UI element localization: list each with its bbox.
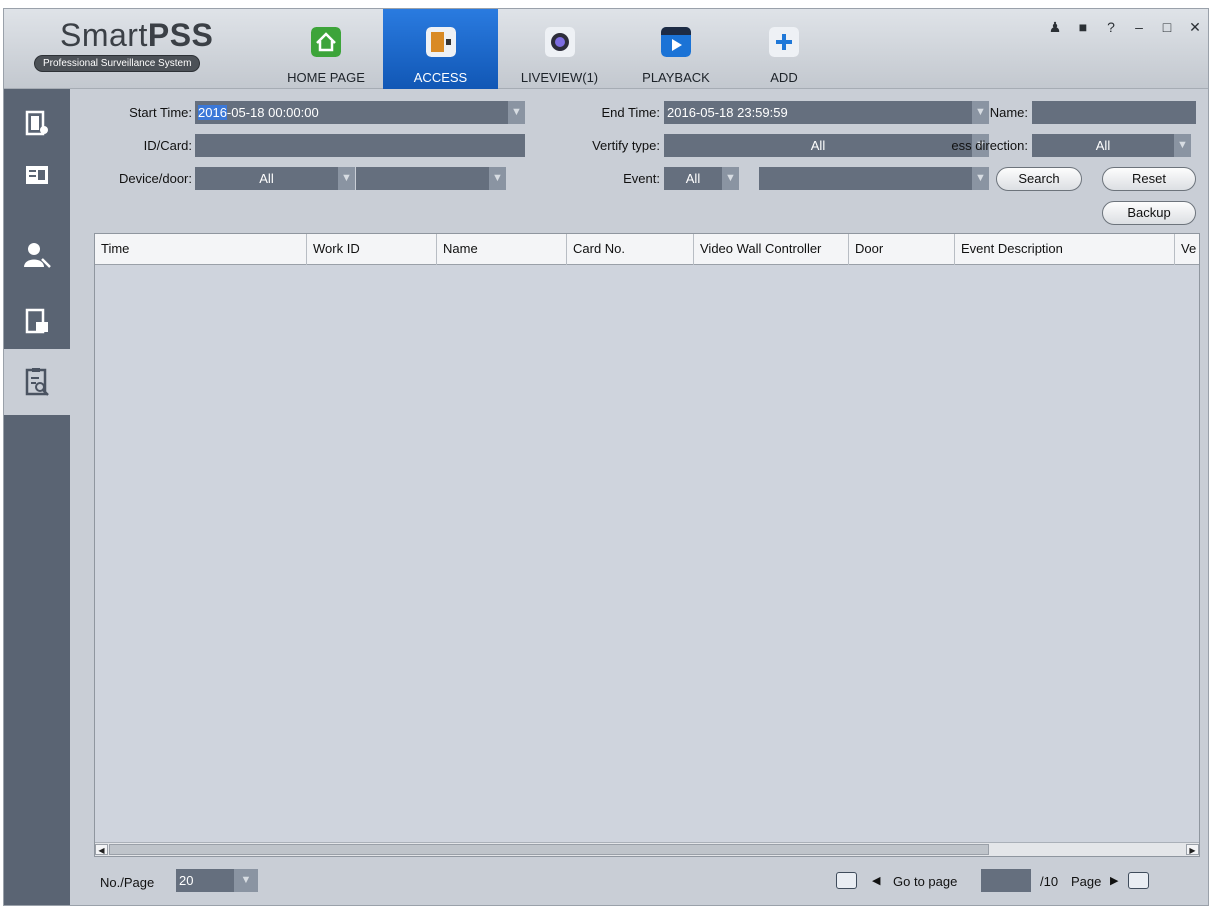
page-label: Page [1071,874,1102,889]
sidebar-item-door-access[interactable] [4,97,70,149]
first-page-button[interactable] [836,872,857,889]
device-select[interactable]: All [195,167,338,190]
door-icon [425,27,456,57]
tab-access[interactable]: ACCESS [383,9,498,89]
per-page-select[interactable]: 20 [176,869,234,892]
maximize-icon[interactable]: □ [1160,19,1174,36]
last-page-button[interactable] [1128,872,1149,889]
tab-playback-label: PLAYBACK [642,70,710,85]
home-icon [311,27,341,57]
col-event-description[interactable]: Event Description [955,234,1175,265]
minimize-icon[interactable]: – [1132,19,1146,36]
end-time-field[interactable]: 2016-05-18 23:59:59 [664,101,972,124]
scroll-right-icon[interactable]: ▶ [1186,844,1199,855]
left-sidebar [4,89,70,905]
event-label: Event: [623,171,660,186]
tab-home-label: HOME PAGE [287,70,365,85]
log-search-icon [25,368,49,396]
user-permission-icon [24,243,51,268]
user-icon[interactable]: ♟ [1048,19,1062,36]
id-card-label: ID/Card: [143,138,192,153]
next-page-icon[interactable]: ▶ [1110,874,1118,887]
table-header: Time Work ID Name Card No. Video Wall Co… [95,234,1199,265]
window-controls: ♟ ■ ? – □ ✕ [1048,19,1202,36]
play-icon [661,27,691,57]
search-button[interactable]: Search [996,167,1082,191]
start-time-rest: -05-18 00:00:00 [226,105,319,120]
event-log-table: Time Work ID Name Card No. Video Wall Co… [94,233,1200,857]
col-name[interactable]: Name [437,234,567,265]
col-verify[interactable]: Ve [1175,234,1199,265]
direction-label: ess direction: [951,138,1028,153]
name-label: Name: [989,105,1028,120]
brand-tagline: Professional Surveillance System [34,55,201,72]
prev-page-icon[interactable]: ◀ [872,874,880,887]
tab-liveview-label: LIVEVIEW(1) [520,70,599,85]
tab-access-label: ACCESS [413,70,468,85]
close-icon[interactable]: ✕ [1188,19,1202,36]
app-window: SmartPSS Professional Surveillance Syste… [3,8,1209,906]
start-time-selected-year: 2016 [198,105,227,120]
col-work-id[interactable]: Work ID [307,234,437,265]
sidebar-item-personnel[interactable] [4,149,70,201]
horizontal-scrollbar[interactable]: ◀ ▶ [95,842,1199,856]
verify-type-label: Vertify type: [592,138,660,153]
col-door[interactable]: Door [849,234,955,265]
event-detail-dropdown-icon[interactable]: ▼ [972,167,989,190]
sidebar-item-log-search[interactable] [4,349,70,415]
top-nav-bar: SmartPSS Professional Surveillance Syste… [4,9,1208,89]
direction-select[interactable]: All [1032,134,1174,157]
sidebar-item-user-permission[interactable] [4,229,70,281]
door-select[interactable] [356,167,489,190]
event-detail-select[interactable] [759,167,972,190]
device-door-label: Device/door: [119,171,192,186]
tab-playback[interactable]: PLAYBACK [621,9,731,89]
name-input[interactable] [1032,101,1196,124]
door-config-icon [25,308,48,334]
start-time-field[interactable]: 2016-05-18 00:00:00 [195,101,508,124]
verify-type-select[interactable]: All [664,134,972,157]
event-select[interactable]: All [664,167,722,190]
scroll-left-icon[interactable]: ◀ [95,844,108,855]
door-dropdown-icon[interactable]: ▼ [489,167,506,190]
camera-icon [544,27,575,57]
goto-page-label: Go to page [893,874,958,889]
sidebar-item-door-config[interactable] [4,295,70,347]
end-time-label: End Time: [601,105,660,120]
col-time[interactable]: Time [95,234,307,265]
per-page-dropdown-icon[interactable]: ▼ [234,869,258,892]
tab-liveview[interactable]: LIVEVIEW(1) [502,9,617,89]
brand-name: SmartPSS [60,17,214,53]
start-time-label: Start Time: [129,105,192,120]
lock-icon[interactable]: ■ [1076,19,1090,36]
tab-add-label: ADD [770,70,798,85]
col-card-no[interactable]: Card No. [567,234,694,265]
total-pages-text: /10 [1040,874,1059,889]
col-video-wall-controller[interactable]: Video Wall Controller [694,234,849,265]
app-logo: SmartPSS Professional Surveillance Syste… [34,17,244,77]
backup-button[interactable]: Backup [1102,201,1196,225]
help-icon[interactable]: ? [1104,19,1118,36]
id-card-input[interactable] [195,134,525,157]
page-number-input[interactable] [981,869,1031,892]
personnel-card-icon [26,166,48,184]
event-dropdown-icon[interactable]: ▼ [722,167,739,190]
tab-home-page[interactable]: HOME PAGE [272,9,380,89]
direction-dropdown-icon[interactable]: ▼ [1174,134,1191,157]
plus-icon [769,27,799,57]
tab-add[interactable]: ADD [739,9,829,89]
device-dropdown-icon[interactable]: ▼ [338,167,355,190]
per-page-label: No./Page [100,875,155,890]
reset-button[interactable]: Reset [1102,167,1196,191]
door-access-icon [25,110,48,136]
scroll-thumb[interactable] [109,844,989,855]
start-time-dropdown-icon[interactable]: ▼ [508,101,525,124]
